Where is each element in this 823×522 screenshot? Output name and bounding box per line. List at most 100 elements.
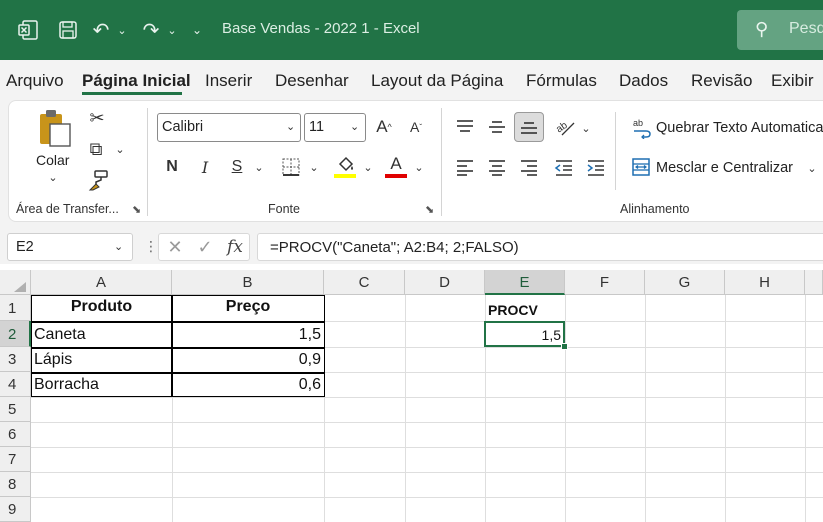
autosave-icon[interactable] (54, 14, 82, 46)
row-header-5[interactable]: 5 (0, 397, 31, 422)
column-header-g[interactable]: G (645, 270, 725, 295)
decrease-indent-icon[interactable] (551, 154, 577, 180)
row-header-3[interactable]: 3 (0, 347, 31, 372)
decrease-font-size-icon[interactable]: Aˇ (404, 114, 428, 140)
undo-dropdown-icon[interactable]: ⌄ (116, 14, 128, 46)
undo-icon[interactable]: ↶ (88, 14, 114, 46)
svg-text:ab: ab (633, 118, 643, 128)
font-color-icon[interactable]: A (383, 152, 409, 176)
tab-pagina-inicial[interactable]: Página Inicial (82, 71, 191, 91)
cell-a3[interactable]: Lápis (34, 351, 72, 369)
wrap-text-icon[interactable]: ab (632, 116, 652, 140)
orientation-icon[interactable]: ab (552, 114, 578, 140)
more-options-icon[interactable]: ⋮ (144, 238, 158, 255)
tab-revisao[interactable]: Revisão (691, 71, 752, 91)
cell-b2[interactable]: 1,5 (172, 326, 321, 344)
tab-desenhar[interactable]: Desenhar (275, 71, 349, 91)
copy-icon[interactable]: ⧉ (84, 137, 108, 161)
tab-layout-da-pagina[interactable]: Layout da Página (371, 71, 503, 91)
tab-arquivo[interactable]: Arquivo (6, 71, 64, 91)
customize-qat-icon[interactable]: ⌄ (190, 14, 204, 46)
redo-dropdown-icon[interactable]: ⌄ (166, 14, 178, 46)
row-header-9[interactable]: 9 (0, 497, 31, 522)
gridline (405, 295, 406, 522)
row-header-4[interactable]: 4 (0, 372, 31, 397)
align-right-icon[interactable] (516, 154, 542, 180)
fill-color-dropdown-icon[interactable]: ⌄ (362, 160, 374, 174)
redo-icon[interactable]: ↷ (138, 14, 164, 46)
paste-icon[interactable] (36, 108, 74, 148)
cell-e1[interactable]: PROCV (488, 302, 538, 318)
copy-dropdown-icon[interactable]: ⌄ (114, 142, 126, 156)
tab-exibir[interactable]: Exibir (771, 71, 814, 91)
row-header-2[interactable]: 2 (0, 321, 31, 347)
format-painter-icon[interactable] (86, 168, 110, 192)
column-header-a[interactable]: A (31, 270, 172, 295)
paste-label[interactable]: Colar (36, 152, 69, 168)
column-header-b[interactable]: B (172, 270, 324, 295)
gridline (31, 472, 823, 473)
cell-a2[interactable]: Caneta (34, 326, 86, 344)
borders-icon[interactable] (278, 154, 304, 180)
align-top-icon[interactable] (452, 114, 478, 140)
underline-button[interactable]: S (225, 154, 249, 180)
name-box-dropdown-icon[interactable]: ⌄ (114, 240, 123, 253)
gridline (31, 422, 823, 423)
cell-a4[interactable]: Borracha (34, 376, 99, 394)
enter-icon[interactable]: ✓ (194, 235, 216, 259)
cut-icon[interactable]: ✂ (86, 106, 108, 130)
column-header-f[interactable]: F (565, 270, 645, 295)
increase-indent-icon[interactable] (583, 154, 609, 180)
column-header-d[interactable]: D (405, 270, 485, 295)
cell-a1[interactable]: Produto (31, 298, 172, 316)
column-header-e[interactable]: E (485, 270, 565, 295)
gridline (31, 397, 823, 398)
font-launcher-icon[interactable]: ⬊ (425, 203, 434, 216)
font-name-select[interactable]: Calibri (157, 113, 301, 142)
merge-center-button[interactable]: Mesclar e Centralizar (656, 160, 793, 176)
insert-function-icon[interactable]: fx (224, 235, 246, 259)
table-border-line (31, 347, 325, 349)
cancel-icon[interactable]: ✕ (164, 235, 186, 259)
tab-dados[interactable]: Dados (619, 71, 668, 91)
align-bottom-icon[interactable] (516, 114, 542, 140)
merge-center-icon[interactable] (630, 156, 652, 178)
align-middle-icon[interactable] (484, 114, 510, 140)
column-header-next[interactable] (805, 270, 823, 295)
wrap-text-button[interactable]: Quebrar Texto Automatica (656, 120, 823, 136)
underline-dropdown-icon[interactable]: ⌄ (253, 160, 265, 174)
cell-b3[interactable]: 0,9 (172, 351, 321, 369)
column-header-c[interactable]: C (324, 270, 405, 295)
row-header-8[interactable]: 8 (0, 472, 31, 497)
cell-b4[interactable]: 0,6 (172, 376, 321, 394)
active-cell-selection (484, 321, 565, 347)
row-header-1[interactable]: 1 (0, 295, 31, 321)
align-left-icon[interactable] (452, 154, 478, 180)
merge-center-dropdown-icon[interactable]: ⌄ (806, 161, 818, 175)
row-header-7[interactable]: 7 (0, 447, 31, 472)
italic-button[interactable]: I (193, 154, 217, 180)
font-name-dropdown-icon[interactable]: ⌄ (286, 120, 295, 133)
row-header-6[interactable]: 6 (0, 422, 31, 447)
fill-handle[interactable] (561, 343, 568, 350)
bold-button[interactable]: N (160, 154, 184, 180)
column-header-h[interactable]: H (725, 270, 805, 295)
search-box[interactable]: ⚲ Pesq (737, 10, 823, 50)
clipboard-launcher-icon[interactable]: ⬊ (132, 203, 141, 216)
formula-input[interactable]: =PROCV("Caneta"; A2:B4; 2;FALSO) (257, 233, 823, 261)
increase-font-size-icon[interactable]: A ^ (372, 114, 396, 140)
align-center-icon[interactable] (484, 154, 510, 180)
tab-inserir[interactable]: Inserir (205, 71, 252, 91)
tab-formulas[interactable]: Fórmulas (526, 71, 597, 91)
window-title: Base Vendas - 2022 1 - Excel (222, 20, 420, 37)
gridline (805, 295, 806, 522)
cell-b1[interactable]: Preço (172, 298, 324, 316)
font-size-dropdown-icon[interactable]: ⌄ (350, 120, 359, 133)
font-color-dropdown-icon[interactable]: ⌄ (413, 160, 425, 174)
title-bar: ↶ ⌄ ↷ ⌄ ⌄ Base Vendas - 2022 1 - Excel ⚲… (0, 0, 823, 60)
borders-dropdown-icon[interactable]: ⌄ (308, 160, 320, 174)
paste-dropdown-icon[interactable]: ⌄ (46, 170, 60, 184)
orientation-dropdown-icon[interactable]: ⌄ (580, 121, 592, 135)
group-separator (147, 108, 148, 216)
gridline (645, 295, 646, 522)
